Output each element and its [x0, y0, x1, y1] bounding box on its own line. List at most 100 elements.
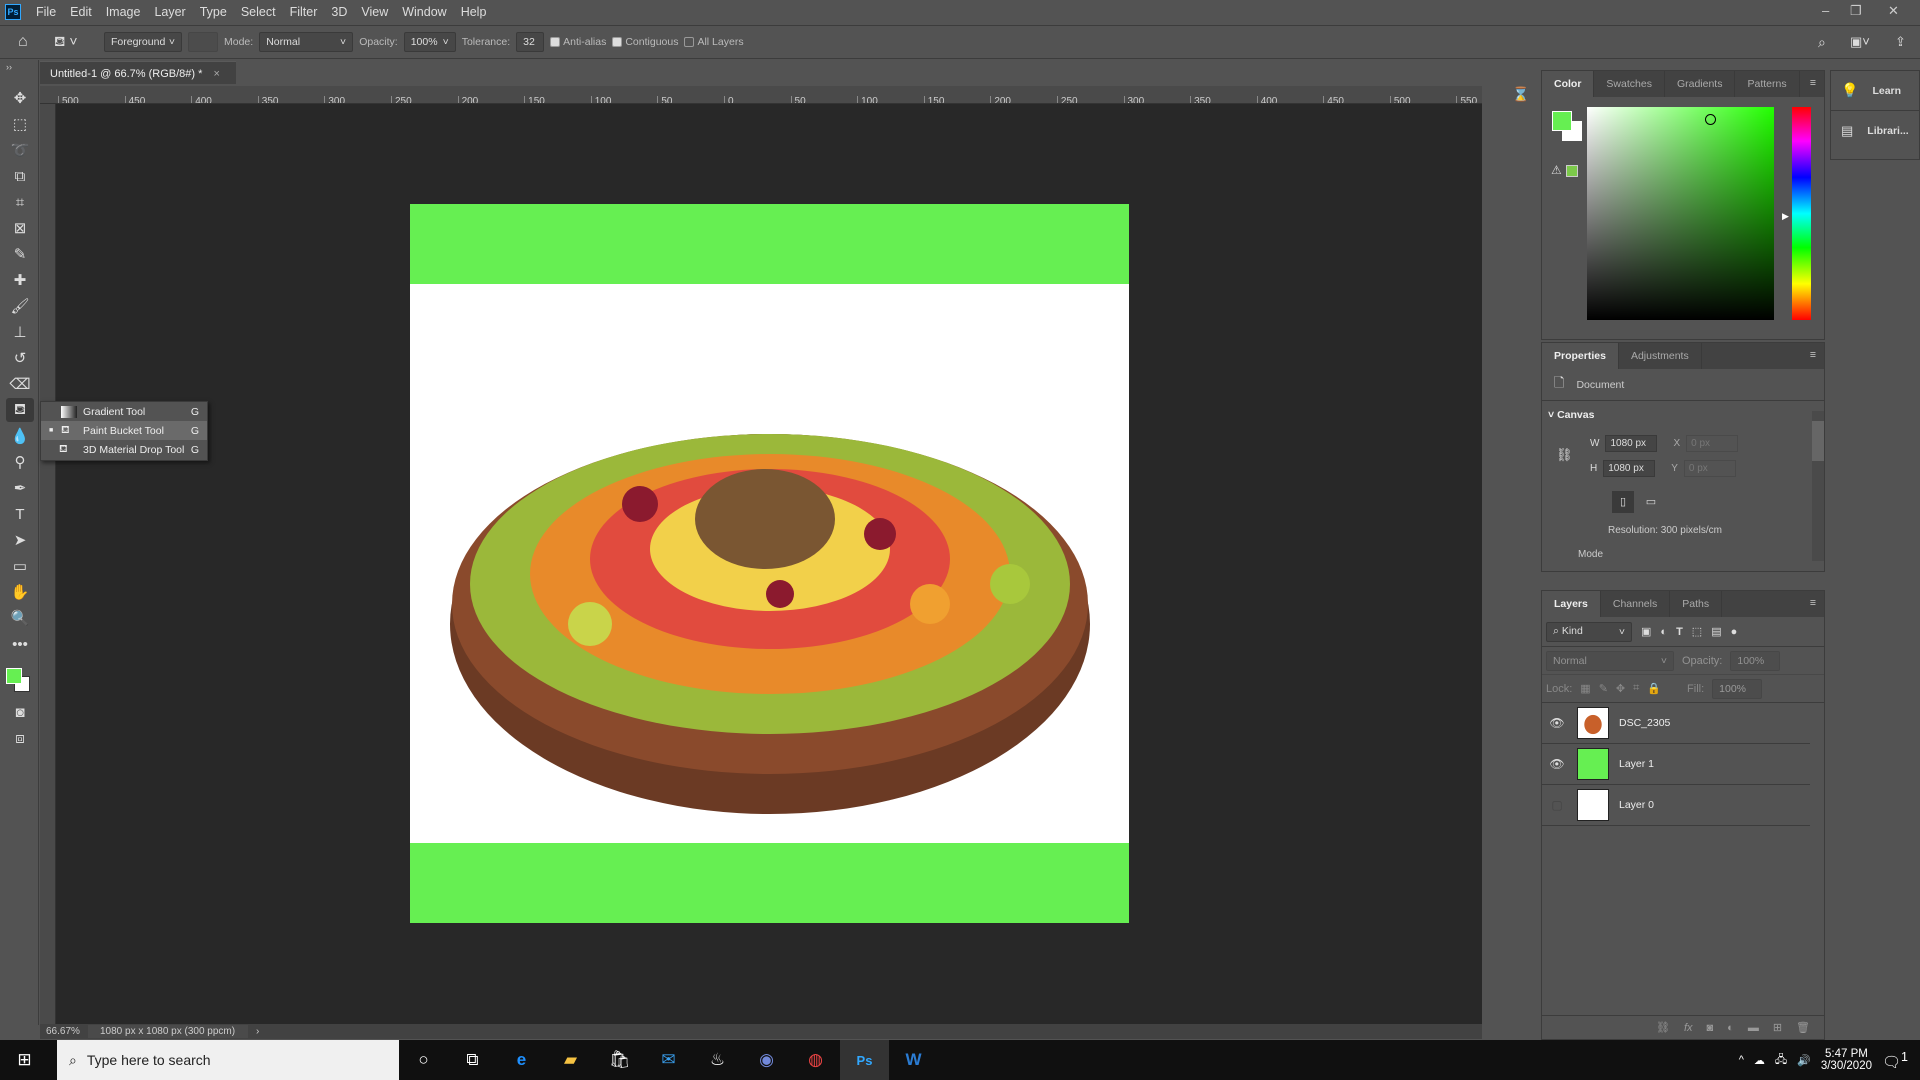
hand-tool-icon[interactable]: ✋	[6, 580, 34, 604]
add-mask-icon[interactable]: ◙	[1707, 1022, 1714, 1034]
foreground-swatch[interactable]	[6, 668, 22, 684]
portrait-orientation-button[interactable]: ▯	[1612, 491, 1634, 513]
path-select-tool-icon[interactable]: ➤	[6, 528, 34, 552]
crop-tool-icon[interactable]: ⌗	[6, 190, 34, 214]
frame-tool-icon[interactable]: ⊠	[6, 216, 34, 240]
visibility-eye-icon[interactable]: 👁	[1542, 716, 1572, 730]
tab-layers[interactable]: Layers	[1542, 591, 1601, 617]
steam-icon[interactable]: ♨	[693, 1040, 742, 1080]
filter-shape-icon[interactable]: ⬚	[1692, 625, 1702, 638]
link-dimensions-icon[interactable]: ⛓	[1556, 447, 1573, 463]
tab-channels[interactable]: Channels	[1601, 591, 1671, 617]
zoom-level[interactable]: 66.67%	[40, 1026, 88, 1037]
eyedropper-tool-icon[interactable]: ✎	[6, 242, 34, 266]
color-field[interactable]	[1587, 107, 1774, 320]
minimize-button[interactable]: –	[1822, 3, 1829, 18]
workspace-icon[interactable]: ▣˅	[1850, 34, 1870, 50]
layer-row-dsc-2305[interactable]: 👁 DSC_2305	[1542, 703, 1810, 744]
menu-filter[interactable]: Filter	[283, 5, 325, 19]
learn-button[interactable]: 💡 Learn	[1831, 71, 1919, 111]
lock-transparency-icon[interactable]: ▦	[1580, 682, 1590, 695]
close-tab-button[interactable]: ×	[213, 68, 219, 80]
discord-icon[interactable]: ◉	[742, 1040, 791, 1080]
visibility-eye-icon[interactable]: 👁	[1542, 757, 1572, 771]
tab-color[interactable]: Color	[1542, 71, 1595, 97]
color-foreground-swatch[interactable]	[1552, 111, 1572, 131]
hue-slider[interactable]	[1792, 107, 1811, 320]
document-canvas[interactable]	[410, 204, 1129, 923]
fill-source-select[interactable]: Foreground ˅	[104, 32, 182, 52]
tab-adjustments[interactable]: Adjustments	[1619, 343, 1702, 369]
layer-style-icon[interactable]: fx	[1684, 1022, 1693, 1034]
object-select-tool-icon[interactable]: ⧉	[6, 164, 34, 188]
healing-brush-icon[interactable]: ✚	[6, 268, 34, 292]
rectangle-tool-icon[interactable]: ▭	[6, 554, 34, 578]
visibility-toggle-off[interactable]: ▢	[1542, 798, 1572, 812]
history-brush-icon[interactable]: ↺	[6, 346, 34, 370]
color-swatches[interactable]	[0, 658, 38, 698]
panel-menu-icon[interactable]: ≡	[1802, 591, 1824, 617]
libraries-button[interactable]: ▤ Librari...	[1831, 111, 1919, 151]
landscape-orientation-button[interactable]: ▭	[1640, 491, 1662, 513]
network-icon[interactable]: 🖧	[1775, 1051, 1787, 1070]
screen-mode-icon[interactable]: ⧈	[6, 726, 34, 750]
color-picker-cursor[interactable]	[1705, 114, 1716, 125]
restore-button[interactable]: ❐	[1850, 3, 1862, 19]
share-icon[interactable]: ⇪	[1895, 34, 1906, 50]
new-layer-icon[interactable]: ⊞	[1773, 1021, 1782, 1034]
show-hidden-icons[interactable]: ^	[1739, 1054, 1744, 1066]
quick-mask-icon[interactable]: ◙	[6, 700, 34, 724]
canvas-width-input[interactable]: 1080 px	[1605, 435, 1658, 452]
zoom-tool-icon[interactable]: 🔍	[6, 606, 34, 630]
taskbar-search[interactable]: ⌕ Type here to search	[57, 1040, 399, 1080]
pen-tool-icon[interactable]: ✒	[6, 476, 34, 500]
link-layers-icon[interactable]: ⛓	[1656, 1021, 1670, 1034]
search-icon[interactable]: ⌕	[1818, 34, 1826, 51]
lock-all-icon[interactable]: 🔒	[1647, 682, 1661, 695]
gradient-tool-item[interactable]: Gradient Tool G	[41, 402, 207, 421]
filter-type-icon[interactable]: T	[1676, 626, 1683, 638]
lock-pixels-icon[interactable]: ✎	[1599, 682, 1608, 695]
menu-view[interactable]: View	[354, 5, 395, 19]
word-icon[interactable]: W	[889, 1040, 938, 1080]
gamut-warning-icon[interactable]: ⚠	[1551, 163, 1562, 177]
hue-slider-handle[interactable]: ▶	[1782, 211, 1789, 222]
menu-help[interactable]: Help	[454, 5, 494, 19]
lasso-tool-icon[interactable]: ➰	[6, 138, 34, 162]
menu-image[interactable]: Image	[99, 5, 148, 19]
dodge-tool-icon[interactable]: ⚲	[6, 450, 34, 474]
tab-swatches[interactable]: Swatches	[1594, 71, 1665, 97]
clock[interactable]: 5:47 PM 3/30/2020	[1821, 1048, 1872, 1072]
filter-pixel-icon[interactable]: ▣	[1641, 625, 1651, 638]
3d-material-drop-tool-item[interactable]: ⛾ 3D Material Drop Tool G	[41, 440, 207, 459]
paint-bucket-tool-item[interactable]: ■ ⛾ Paint Bucket Tool G	[41, 421, 207, 440]
menu-edit[interactable]: Edit	[63, 5, 99, 19]
anti-alias-checkbox[interactable]: Anti-alias	[550, 36, 606, 48]
menu-type[interactable]: Type	[193, 5, 234, 19]
gamut-swatch[interactable]	[1566, 165, 1578, 177]
all-layers-checkbox[interactable]: All Layers	[684, 36, 744, 48]
new-group-icon[interactable]: ▬	[1748, 1022, 1759, 1034]
mode-select[interactable]: Normal ˅	[259, 32, 354, 52]
stamp-tool-icon[interactable]: ⊥	[6, 320, 34, 344]
paint-bucket-tool-icon[interactable]: ⛾	[6, 398, 34, 422]
menu-select[interactable]: Select	[234, 5, 283, 19]
home-icon[interactable]: ⌂	[18, 33, 48, 51]
move-tool-icon[interactable]: ✥	[6, 86, 34, 110]
history-panel-icon[interactable]: ⌛	[1512, 86, 1540, 103]
brush-tool-icon[interactable]: 🖌	[6, 294, 34, 318]
photoshop-taskbar-icon[interactable]: Ps	[840, 1040, 889, 1080]
adjustment-layer-icon[interactable]: ◐	[1727, 1022, 1734, 1034]
lock-artboard-icon[interactable]: ⌗	[1633, 682, 1639, 695]
filter-adjustment-icon[interactable]: ◐	[1660, 626, 1667, 638]
opacity-input[interactable]: 100% ˅	[403, 32, 456, 52]
layer-filter-select[interactable]: ⌕ Kind ˅	[1546, 621, 1632, 642]
filter-smart-object-icon[interactable]: ▤	[1711, 625, 1721, 638]
panel-menu-icon[interactable]: ≡	[1802, 71, 1824, 97]
canvas-section[interactable]: ˅ Canvas	[1542, 401, 1824, 421]
delete-layer-icon[interactable]: 🗑	[1796, 1021, 1810, 1034]
close-window-button[interactable]: ✕	[1888, 3, 1899, 19]
layer-row-layer-1[interactable]: 👁 Layer 1	[1542, 744, 1810, 785]
tab-patterns[interactable]: Patterns	[1735, 71, 1800, 97]
cortana-icon[interactable]: ○	[399, 1040, 448, 1080]
